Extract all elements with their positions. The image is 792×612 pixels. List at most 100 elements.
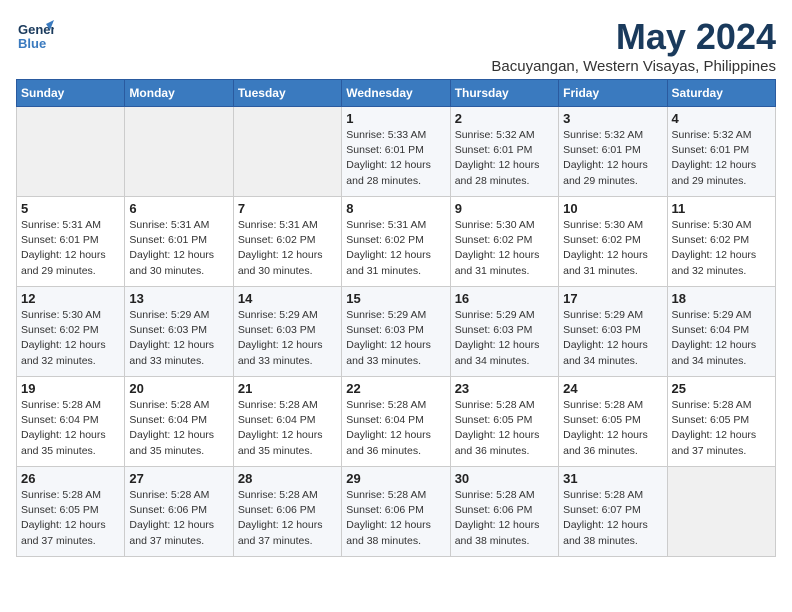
day-info: Sunrise: 5:29 AMSunset: 6:04 PMDaylight:… bbox=[672, 308, 771, 369]
day-header-wednesday: Wednesday bbox=[342, 80, 450, 107]
calendar-cell: 17Sunrise: 5:29 AMSunset: 6:03 PMDayligh… bbox=[559, 287, 667, 377]
calendar-cell: 29Sunrise: 5:28 AMSunset: 6:06 PMDayligh… bbox=[342, 467, 450, 557]
day-number: 7 bbox=[238, 201, 337, 216]
day-info: Sunrise: 5:28 AMSunset: 6:04 PMDaylight:… bbox=[346, 398, 445, 459]
day-number: 13 bbox=[129, 291, 228, 306]
calendar-cell: 24 Sunrise: 5:28 AMSunset: 6:05 PMDayligh… bbox=[559, 377, 667, 467]
day-number: 19 bbox=[21, 381, 120, 396]
day-info: Sunrise: 5:32 AMSunset: 6:01 PMDaylight:… bbox=[455, 128, 554, 189]
day-info: Sunrise: 5:29 AMSunset: 6:03 PMDaylight:… bbox=[238, 308, 337, 369]
calendar-cell: 12 Sunrise: 5:30 AMSunset: 6:02 PMDayligh… bbox=[17, 287, 125, 377]
day-number: 12 bbox=[21, 291, 120, 306]
calendar-cell: 7 Sunrise: 5:31 AMSunset: 6:02 PMDaylight… bbox=[233, 197, 341, 287]
calendar-cell: 31Sunrise: 5:28 AMSunset: 6:07 PMDayligh… bbox=[559, 467, 667, 557]
day-info: Sunrise: 5:31 AMSunset: 6:02 PMDaylight:… bbox=[346, 218, 445, 279]
day-number: 30 bbox=[455, 471, 554, 486]
calendar-cell: 23 Sunrise: 5:28 AMSunset: 6:05 PMDayligh… bbox=[450, 377, 558, 467]
day-number: 26 bbox=[21, 471, 120, 486]
day-info: Sunrise: 5:28 AMSunset: 6:06 PMDaylight:… bbox=[238, 488, 337, 549]
day-info: Sunrise: 5:30 AMSunset: 6:02 PMDaylight:… bbox=[21, 308, 120, 369]
day-info: Sunrise: 5:30 AMSunset: 6:02 PMDaylight:… bbox=[563, 218, 662, 279]
day-number: 1 bbox=[346, 111, 445, 126]
calendar-cell: 2 Sunrise: 5:32 AMSunset: 6:01 PMDaylight… bbox=[450, 107, 558, 197]
main-title: May 2024 bbox=[491, 16, 776, 58]
day-header-sunday: Sunday bbox=[17, 80, 125, 107]
calendar-cell: 5 Sunrise: 5:31 AMSunset: 6:01 PMDaylight… bbox=[17, 197, 125, 287]
page-header: General Blue May 2024 Bacuyangan, Wester… bbox=[16, 16, 776, 75]
day-info: Sunrise: 5:28 AMSunset: 6:04 PMDaylight:… bbox=[129, 398, 228, 459]
day-info: Sunrise: 5:32 AMSunset: 6:01 PMDaylight:… bbox=[563, 128, 662, 189]
day-info: Sunrise: 5:28 AMSunset: 6:05 PMDaylight:… bbox=[563, 398, 662, 459]
calendar-cell bbox=[667, 467, 775, 557]
calendar-cell: 1 Sunrise: 5:33 AMSunset: 6:01 PMDaylight… bbox=[342, 107, 450, 197]
logo-icon: General Blue bbox=[16, 16, 54, 54]
calendar-cell: 20 Sunrise: 5:28 AMSunset: 6:04 PMDayligh… bbox=[125, 377, 233, 467]
day-info: Sunrise: 5:28 AMSunset: 6:06 PMDaylight:… bbox=[129, 488, 228, 549]
day-info: Sunrise: 5:29 AMSunset: 6:03 PMDaylight:… bbox=[129, 308, 228, 369]
day-number: 25 bbox=[672, 381, 771, 396]
calendar-cell: 11 Sunrise: 5:30 AMSunset: 6:02 PMDayligh… bbox=[667, 197, 775, 287]
calendar-cell: 30 Sunrise: 5:28 AMSunset: 6:06 PMDayligh… bbox=[450, 467, 558, 557]
svg-text:Blue: Blue bbox=[18, 36, 46, 51]
calendar-cell: 3 Sunrise: 5:32 AMSunset: 6:01 PMDaylight… bbox=[559, 107, 667, 197]
calendar-cell: 21Sunrise: 5:28 AMSunset: 6:04 PMDayligh… bbox=[233, 377, 341, 467]
day-info: Sunrise: 5:30 AMSunset: 6:02 PMDaylight:… bbox=[672, 218, 771, 279]
day-number: 20 bbox=[129, 381, 228, 396]
calendar-cell: 18 Sunrise: 5:29 AMSunset: 6:04 PMDayligh… bbox=[667, 287, 775, 377]
calendar-cell bbox=[17, 107, 125, 197]
day-info: Sunrise: 5:32 AMSunset: 6:01 PMDaylight:… bbox=[672, 128, 771, 189]
calendar-week-row: 12 Sunrise: 5:30 AMSunset: 6:02 PMDayligh… bbox=[17, 287, 776, 377]
calendar-week-row: 26Sunrise: 5:28 AMSunset: 6:05 PMDayligh… bbox=[17, 467, 776, 557]
title-block: May 2024 Bacuyangan, Western Visayas, Ph… bbox=[491, 16, 776, 75]
day-info: Sunrise: 5:28 AMSunset: 6:05 PMDaylight:… bbox=[672, 398, 771, 459]
day-header-friday: Friday bbox=[559, 80, 667, 107]
day-info: Sunrise: 5:33 AMSunset: 6:01 PMDaylight:… bbox=[346, 128, 445, 189]
day-info: Sunrise: 5:28 AMSunset: 6:05 PMDaylight:… bbox=[455, 398, 554, 459]
calendar-cell: 26Sunrise: 5:28 AMSunset: 6:05 PMDayligh… bbox=[17, 467, 125, 557]
day-number: 22 bbox=[346, 381, 445, 396]
day-header-saturday: Saturday bbox=[667, 80, 775, 107]
calendar-cell: 16 Sunrise: 5:29 AMSunset: 6:03 PMDayligh… bbox=[450, 287, 558, 377]
day-info: Sunrise: 5:29 AMSunset: 6:03 PMDaylight:… bbox=[455, 308, 554, 369]
logo: General Blue bbox=[16, 16, 54, 54]
calendar-header-row: SundayMondayTuesdayWednesdayThursdayFrid… bbox=[17, 80, 776, 107]
calendar-cell: 19 Sunrise: 5:28 AMSunset: 6:04 PMDayligh… bbox=[17, 377, 125, 467]
calendar-cell: 10 Sunrise: 5:30 AMSunset: 6:02 PMDayligh… bbox=[559, 197, 667, 287]
day-number: 15 bbox=[346, 291, 445, 306]
day-number: 17 bbox=[563, 291, 662, 306]
calendar-cell: 22 Sunrise: 5:28 AMSunset: 6:04 PMDayligh… bbox=[342, 377, 450, 467]
day-number: 23 bbox=[455, 381, 554, 396]
day-number: 2 bbox=[455, 111, 554, 126]
day-info: Sunrise: 5:28 AMSunset: 6:04 PMDaylight:… bbox=[21, 398, 120, 459]
day-number: 5 bbox=[21, 201, 120, 216]
calendar-cell: 4Sunrise: 5:32 AMSunset: 6:01 PMDaylight… bbox=[667, 107, 775, 197]
day-number: 3 bbox=[563, 111, 662, 126]
calendar-cell: 6Sunrise: 5:31 AMSunset: 6:01 PMDaylight… bbox=[125, 197, 233, 287]
day-info: Sunrise: 5:31 AMSunset: 6:01 PMDaylight:… bbox=[21, 218, 120, 279]
calendar-cell: 9 Sunrise: 5:30 AMSunset: 6:02 PMDaylight… bbox=[450, 197, 558, 287]
calendar-week-row: 19 Sunrise: 5:28 AMSunset: 6:04 PMDayligh… bbox=[17, 377, 776, 467]
day-number: 24 bbox=[563, 381, 662, 396]
subtitle: Bacuyangan, Western Visayas, Philippines bbox=[491, 58, 776, 75]
day-number: 14 bbox=[238, 291, 337, 306]
day-number: 16 bbox=[455, 291, 554, 306]
day-number: 10 bbox=[563, 201, 662, 216]
calendar-cell: 27 Sunrise: 5:28 AMSunset: 6:06 PMDayligh… bbox=[125, 467, 233, 557]
day-number: 18 bbox=[672, 291, 771, 306]
day-info: Sunrise: 5:30 AMSunset: 6:02 PMDaylight:… bbox=[455, 218, 554, 279]
day-number: 21 bbox=[238, 381, 337, 396]
day-header-thursday: Thursday bbox=[450, 80, 558, 107]
day-number: 28 bbox=[238, 471, 337, 486]
day-number: 11 bbox=[672, 201, 771, 216]
calendar-week-row: 1 Sunrise: 5:33 AMSunset: 6:01 PMDaylight… bbox=[17, 107, 776, 197]
day-number: 9 bbox=[455, 201, 554, 216]
calendar-cell: 28 Sunrise: 5:28 AMSunset: 6:06 PMDayligh… bbox=[233, 467, 341, 557]
calendar-cell: 15Sunrise: 5:29 AMSunset: 6:03 PMDayligh… bbox=[342, 287, 450, 377]
day-info: Sunrise: 5:28 AMSunset: 6:06 PMDaylight:… bbox=[346, 488, 445, 549]
day-info: Sunrise: 5:31 AMSunset: 6:02 PMDaylight:… bbox=[238, 218, 337, 279]
calendar-cell: 8Sunrise: 5:31 AMSunset: 6:02 PMDaylight… bbox=[342, 197, 450, 287]
calendar-week-row: 5 Sunrise: 5:31 AMSunset: 6:01 PMDaylight… bbox=[17, 197, 776, 287]
day-info: Sunrise: 5:28 AMSunset: 6:06 PMDaylight:… bbox=[455, 488, 554, 549]
calendar-table: SundayMondayTuesdayWednesdayThursdayFrid… bbox=[16, 79, 776, 557]
day-number: 27 bbox=[129, 471, 228, 486]
